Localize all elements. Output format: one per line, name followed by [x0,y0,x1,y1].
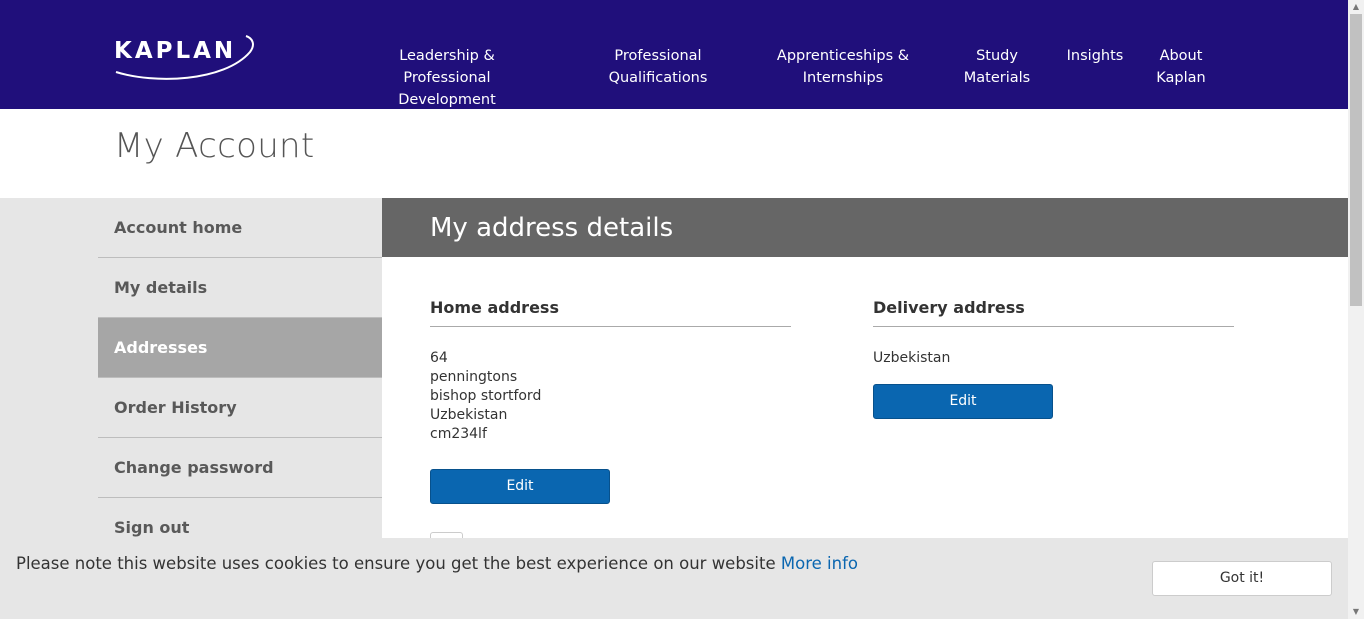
edit-delivery-address-button[interactable]: Edit [873,384,1053,419]
address-line: Uzbekistan [873,350,951,366]
scroll-thumb[interactable] [1350,14,1362,306]
address-line: cm234lf [430,426,487,442]
kaplan-logo[interactable]: KAPLAN [114,32,256,84]
address-line: bishop stortford [430,388,542,404]
nav-label-line1: About [1159,48,1203,64]
address-panel: My address details Home address 64 penni… [382,198,1348,542]
nav-about-kaplan[interactable]: About Kaplan [1152,45,1210,89]
nav-study-materials[interactable]: Study Materials [960,45,1034,89]
sidebar-item-my-details[interactable]: My details [98,258,382,318]
nav-professional-qualifications[interactable]: Professional Qualifications [604,45,712,89]
cookie-more-info-link[interactable]: More info [781,554,858,573]
account-sidebar: Account home My details Addresses Order … [98,198,382,558]
nav-label-line1: Professional [614,48,702,64]
scroll-down-icon[interactable]: ▼ [1348,605,1364,619]
cookie-accept-button[interactable]: Got it! [1152,561,1332,596]
cookie-message: Please note this website uses cookies to… [16,554,858,573]
cookie-message-text: Please note this website uses cookies to… [16,554,776,573]
nav-label-line2: Kaplan [1156,70,1206,86]
address-line: 64 [430,350,448,366]
address-line: penningtons [430,369,518,385]
nav-label-line2: Materials [963,70,1031,86]
sidebar-item-order-history[interactable]: Order History [98,378,382,438]
nav-apprenticeships[interactable]: Apprenticeships & Internships [774,45,912,89]
scroll-up-icon[interactable]: ▲ [1348,0,1364,14]
nav-label-line1: Apprenticeships & [776,48,910,64]
nav-label-line1: Insights [1066,48,1124,64]
sidebar-item-addresses[interactable]: Addresses [98,318,382,378]
page-scrollbar[interactable]: ▲ ▼ [1348,0,1364,619]
sidebar-item-account-home[interactable]: Account home [98,198,382,258]
nav-label-line2: Qualifications [608,70,708,86]
page-title: My Account [114,126,315,166]
home-address-block: Home address 64 penningtons bishop stort… [430,298,791,504]
panel-header: My address details [382,198,1348,257]
site-header: KAPLAN Leadership & Professional Develop… [0,0,1348,109]
delivery-address-lines: Uzbekistan [873,349,1234,368]
nav-label-line2: Internships [802,70,884,86]
nav-insights[interactable]: Insights [1064,45,1126,67]
nav-label-line1: Leadership & Professional [399,48,495,86]
nav-leadership[interactable]: Leadership & Professional Development [356,45,538,111]
nav-label-line1: Study [976,48,1018,64]
home-address-lines: 64 penningtons bishop stortford Uzbekist… [430,349,791,444]
delivery-address-heading: Delivery address [873,298,1234,327]
nav-label-line2: Development [398,92,496,108]
sidebar-item-change-password[interactable]: Change password [98,438,382,498]
home-address-heading: Home address [430,298,791,327]
logo-swoosh-icon [115,35,254,80]
delivery-address-block: Delivery address Uzbekistan Edit [873,298,1234,419]
edit-home-address-button[interactable]: Edit [430,469,610,504]
cookie-banner: Please note this website uses cookies to… [0,538,1348,619]
panel-title: My address details [430,213,674,243]
address-line: Uzbekistan [430,407,508,423]
